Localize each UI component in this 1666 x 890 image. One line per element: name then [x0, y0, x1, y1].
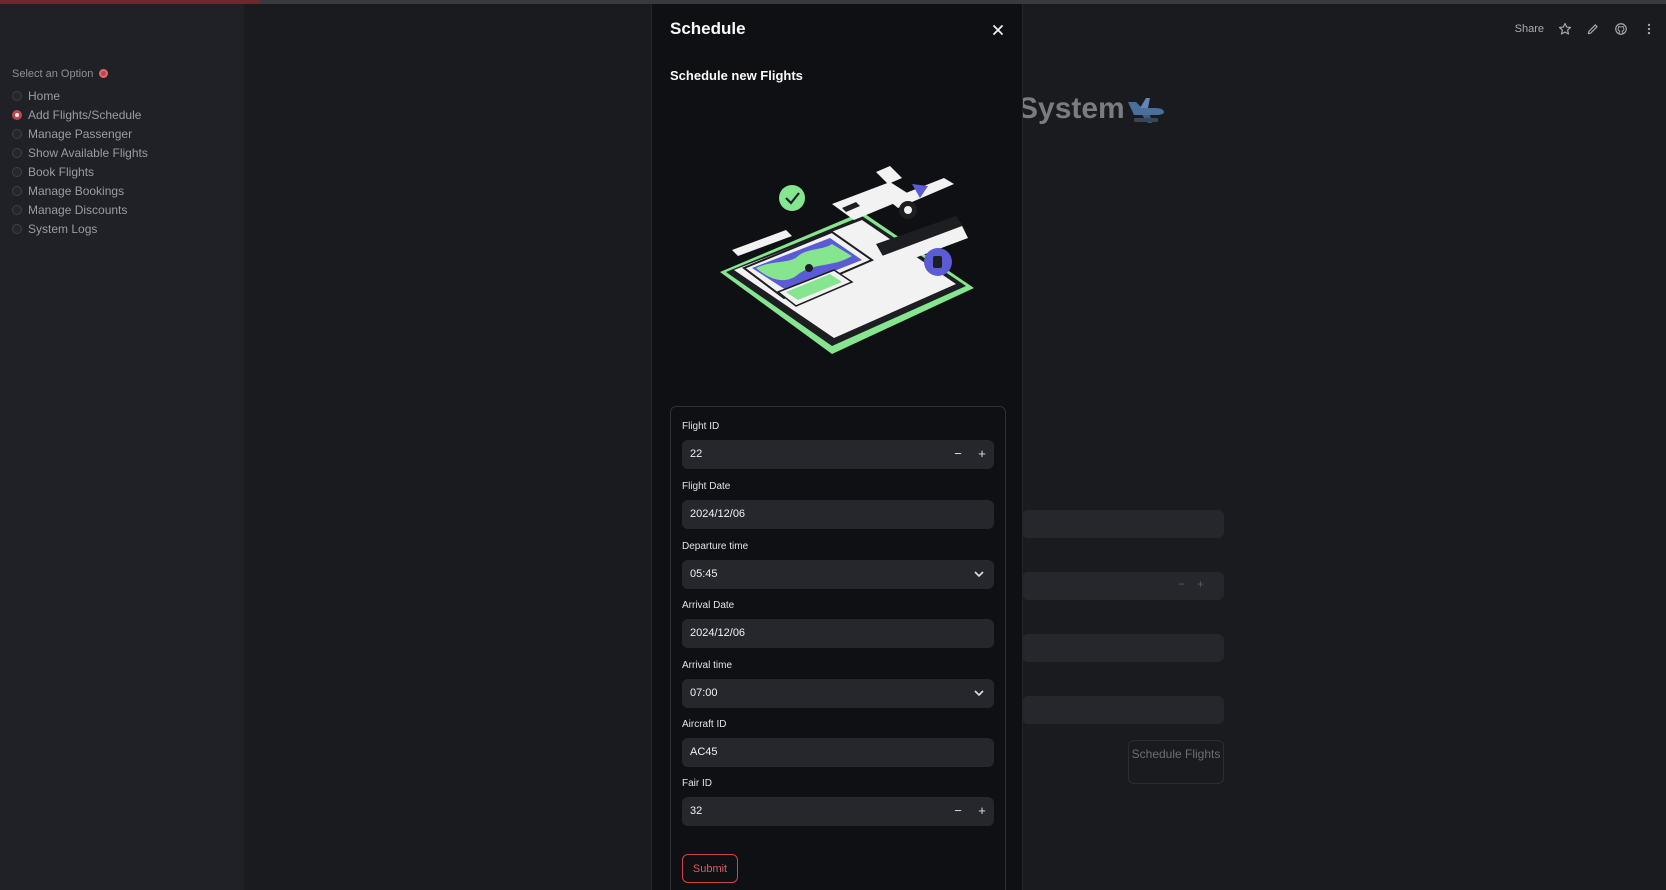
- arrival-date-label: Arrival Date: [682, 600, 735, 611]
- arrival-date-value: 2024/12/06: [690, 627, 746, 639]
- schedule-modal: Schedule Schedule new Flights Flight ID …: [651, 4, 1023, 890]
- chevron-down-icon: [974, 571, 984, 578]
- departure-time-select[interactable]: 05:45: [682, 560, 994, 589]
- radio-label: Home: [28, 88, 61, 103]
- radio-option-manage-bookings[interactable]: Manage Bookings: [12, 181, 148, 200]
- increment-button[interactable]: +: [970, 440, 994, 469]
- radio-option-show-flights[interactable]: Show Available Flights: [12, 143, 148, 162]
- arrival-time-select[interactable]: 07:00: [682, 679, 994, 708]
- airplane-icon: [1128, 98, 1164, 123]
- flight-date-value: 2024/12/06: [690, 508, 746, 520]
- radio-button[interactable]: [12, 128, 22, 139]
- background-stepper: −+: [1177, 577, 1216, 591]
- arrival-date-input[interactable]: 2024/12/06: [682, 619, 994, 648]
- background-input: [1022, 696, 1224, 724]
- chevron-down-icon: [974, 690, 984, 697]
- fair-id-stepper: − +: [946, 797, 994, 826]
- radio-label: Manage Bookings: [28, 183, 125, 198]
- radio-button-selected[interactable]: [12, 109, 22, 120]
- background-input: [1022, 510, 1224, 538]
- fair-id-input[interactable]: 32 − +: [682, 797, 994, 826]
- sidebar-label-text: Select an Option: [12, 68, 94, 80]
- schedule-form: Flight ID 22 − + Flight Date 2024/12/06 …: [670, 406, 1006, 890]
- radio-button[interactable]: [12, 185, 22, 196]
- flight-id-label: Flight ID: [682, 421, 720, 432]
- more-icon[interactable]: [1642, 22, 1656, 36]
- aircraft-id-label: Aircraft ID: [682, 719, 727, 730]
- radio-label: Show Available Flights: [28, 145, 148, 160]
- edit-icon[interactable]: [1586, 22, 1600, 36]
- radio-label: Manage Discounts: [28, 202, 128, 217]
- decrement-button[interactable]: −: [946, 440, 970, 469]
- radio-button[interactable]: [12, 223, 22, 234]
- decrement-button[interactable]: −: [946, 797, 970, 826]
- radio-option-book-flights[interactable]: Book Flights: [12, 162, 148, 181]
- background-number-input: −+: [1022, 572, 1224, 600]
- increment-button[interactable]: +: [970, 797, 994, 826]
- scheduling-illustration: [720, 166, 974, 354]
- radio-option-manage-passenger[interactable]: Manage Passenger: [12, 124, 148, 143]
- github-icon[interactable]: [1614, 22, 1628, 36]
- modal-title: Schedule: [670, 19, 746, 38]
- aircraft-id-value: AC45: [690, 746, 718, 758]
- background-input: [1022, 634, 1224, 662]
- flight-date-input[interactable]: 2024/12/06: [682, 500, 994, 529]
- radio-option-manage-discounts[interactable]: Manage Discounts: [12, 200, 148, 219]
- radio-button[interactable]: [12, 90, 22, 101]
- modal-subtitle: Schedule new Flights: [670, 68, 803, 83]
- header-toolbar: Share: [1515, 22, 1656, 36]
- close-icon[interactable]: [992, 24, 1004, 36]
- radio-button[interactable]: [12, 147, 22, 158]
- arrival-time-value: 07:00: [690, 687, 718, 699]
- star-icon[interactable]: [1558, 22, 1572, 36]
- flight-id-stepper: − +: [946, 440, 994, 469]
- radio-option-home[interactable]: Home: [12, 86, 148, 105]
- radio-label: System Logs: [28, 221, 98, 236]
- radio-button[interactable]: [12, 204, 22, 215]
- page-title: System: [1018, 92, 1125, 125]
- option-radio-group: Home Add Flights/Schedule Manage Passeng…: [12, 86, 148, 238]
- fair-id-value: 32: [690, 805, 703, 817]
- radio-button[interactable]: [12, 166, 22, 177]
- share-button[interactable]: Share: [1515, 23, 1544, 35]
- radio-option-add-flights[interactable]: Add Flights/Schedule: [12, 105, 148, 124]
- departure-time-value: 05:45: [690, 568, 718, 580]
- flight-id-value: 22: [690, 448, 703, 460]
- submit-button[interactable]: Submit: [682, 854, 738, 883]
- radio-option-system-logs[interactable]: System Logs: [12, 219, 148, 238]
- arrival-time-label: Arrival time: [682, 660, 733, 671]
- flight-date-label: Flight Date: [682, 481, 731, 492]
- target-icon: [99, 69, 109, 78]
- sidebar-label: Select an Option: [12, 68, 109, 80]
- sidebar: Select an Option Home Add Flights/Schedu…: [0, 4, 244, 890]
- schedule-flights-button: Schedule Flights: [1128, 740, 1224, 784]
- departure-time-label: Departure time: [682, 541, 749, 552]
- radio-label: Add Flights/Schedule: [28, 107, 142, 122]
- app-root: Select an Option Home Add Flights/Schedu…: [0, 0, 1666, 890]
- aircraft-id-input[interactable]: AC45: [682, 738, 994, 767]
- radio-label: Manage Passenger: [28, 126, 133, 141]
- fair-id-label: Fair ID: [682, 778, 712, 789]
- radio-label: Book Flights: [28, 164, 95, 179]
- flight-id-input[interactable]: 22 − +: [682, 440, 994, 469]
